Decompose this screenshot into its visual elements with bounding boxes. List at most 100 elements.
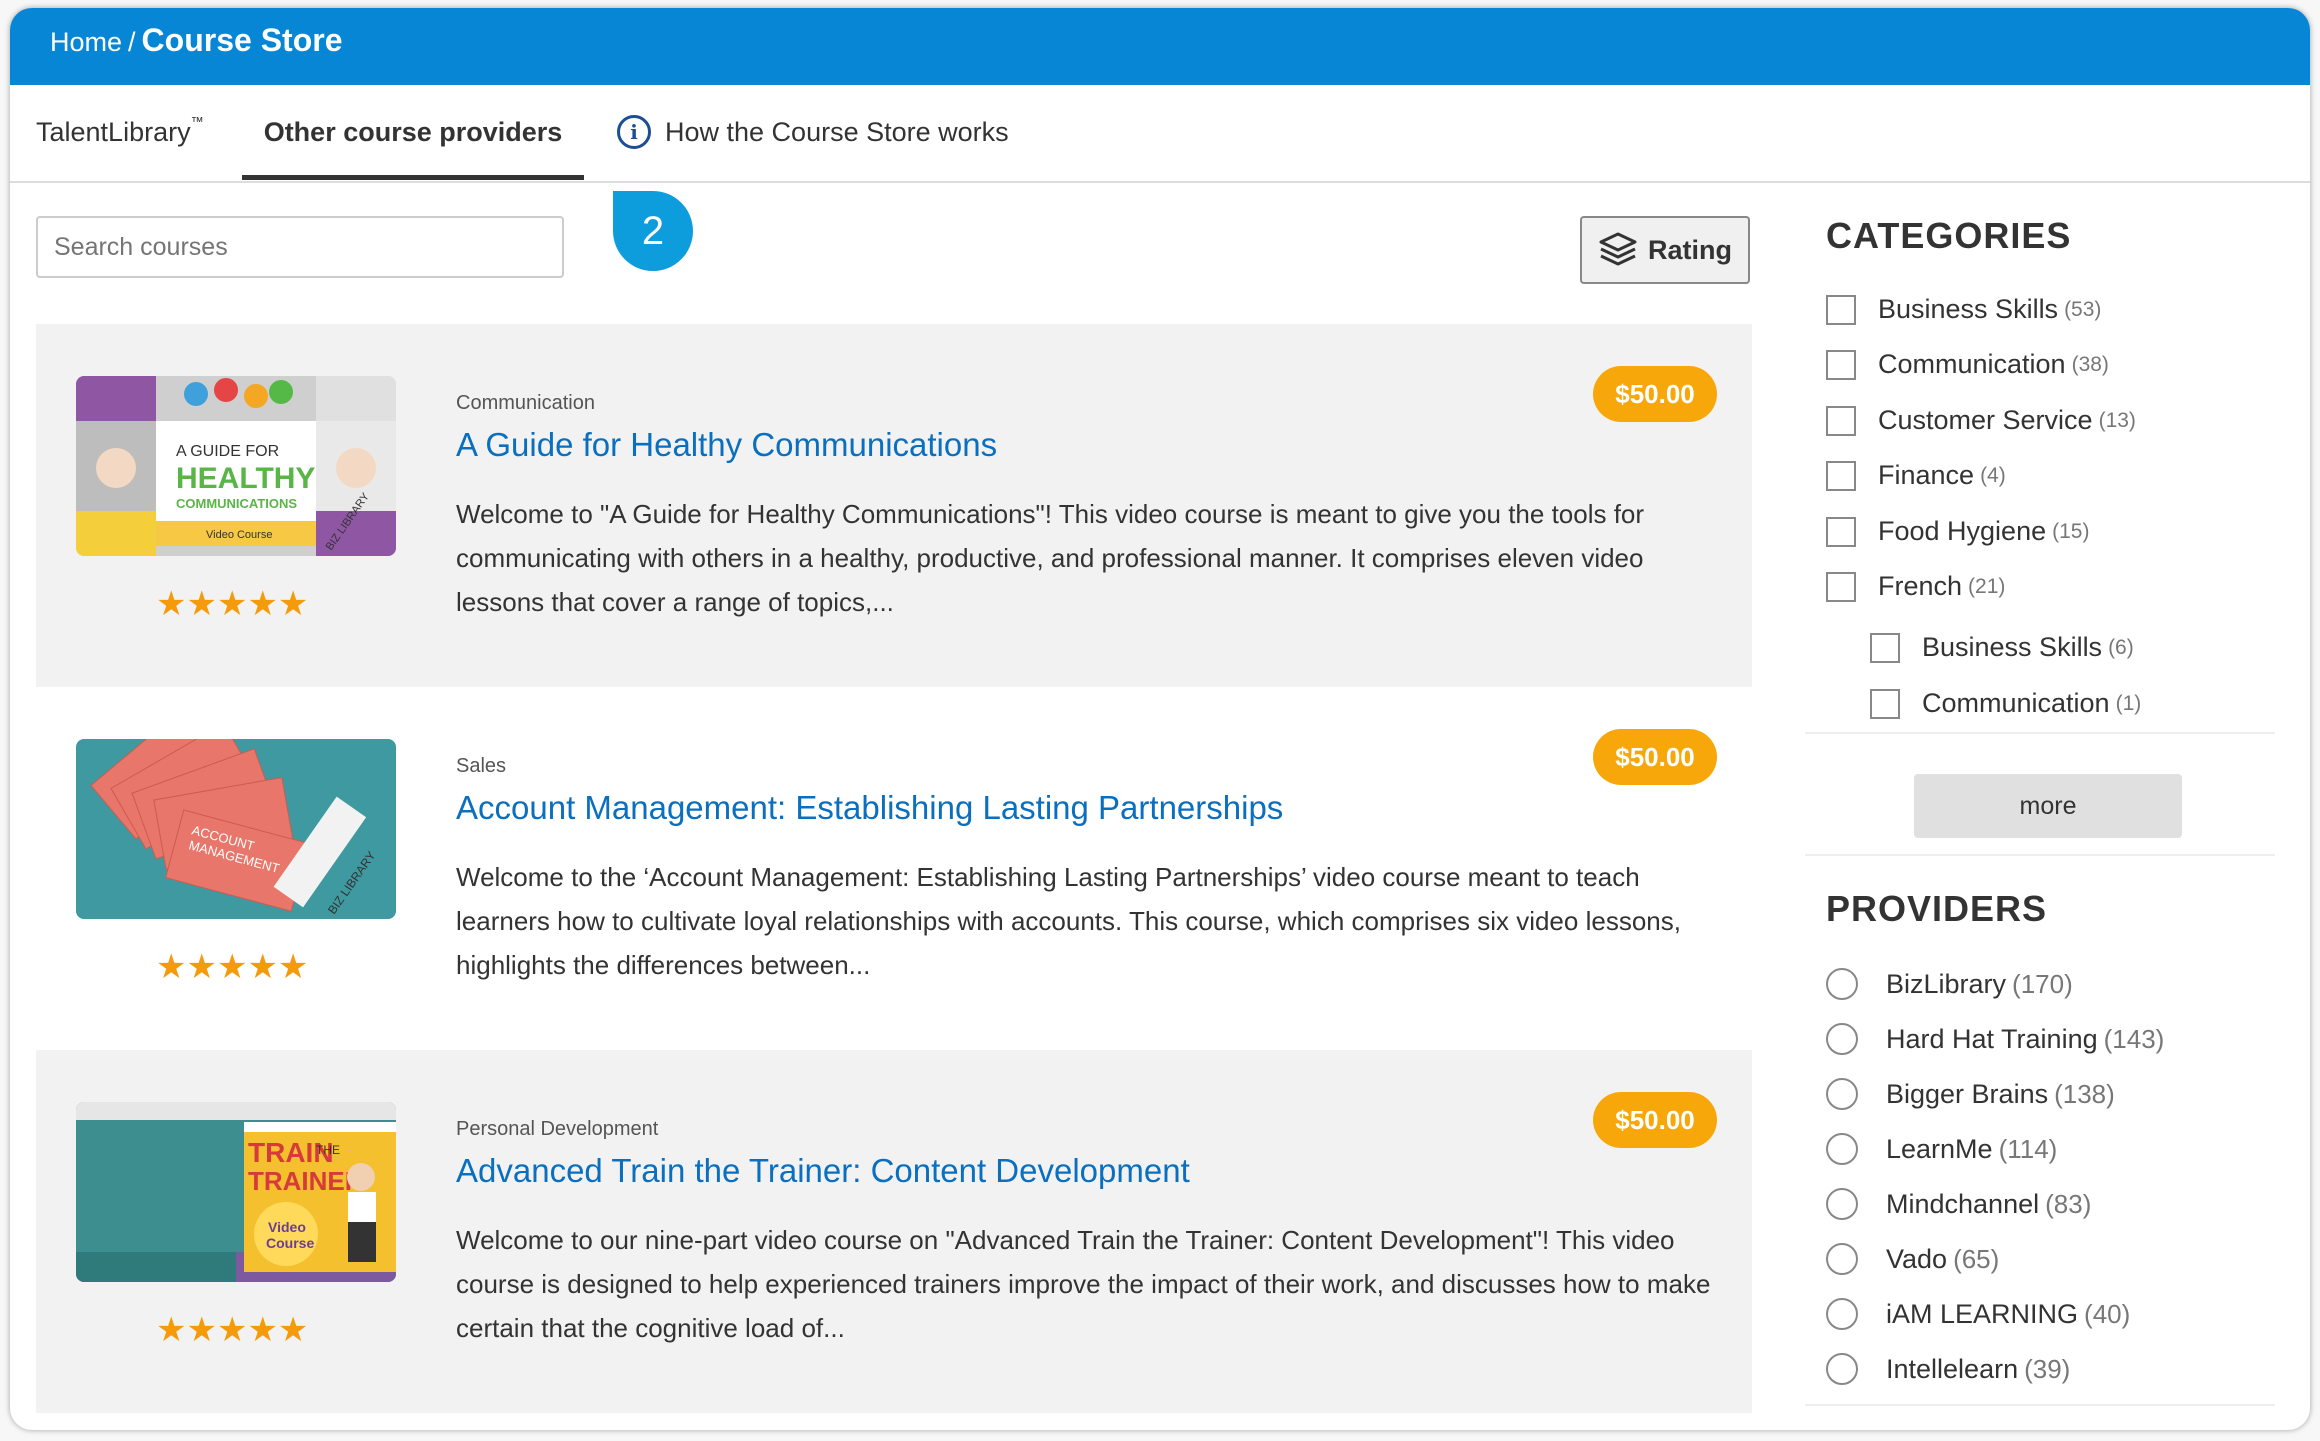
category-checkbox[interactable]	[1826, 516, 1856, 547]
course-thumbnail[interactable]: A GUIDE FOR HEALTHY COMMUNICATIONS Video…	[76, 376, 396, 556]
step-indicator-bubble: 2	[613, 191, 693, 271]
tab-bar: TalentLibrary™ Other course providers i …	[10, 85, 2310, 183]
provider-item[interactable]: Bigger Brains (138)	[1826, 1078, 2115, 1110]
course-card: ACCOUNT MANAGEMENT BIZ LIBRARY ★★★★★ Sal…	[36, 687, 1752, 1050]
provider-item[interactable]: iAM LEARNING (40)	[1826, 1298, 2130, 1330]
category-label: Business Skills	[1878, 294, 2059, 324]
subcategory-item[interactable]: Business Skills (6)	[1870, 632, 2134, 663]
breadcrumb-separator: /	[128, 27, 136, 57]
thumb-tag2: Course	[266, 1235, 314, 1251]
rating-stars: ★★★★★	[156, 585, 309, 623]
provider-label: Hard Hat Training	[1886, 1023, 2098, 1054]
sort-rating-button[interactable]: Rating	[1580, 216, 1750, 284]
category-count: (21)	[1968, 574, 2006, 598]
provider-radio[interactable]	[1826, 968, 1858, 1000]
course-title-link[interactable]: A Guide for Healthy Communications	[456, 426, 997, 464]
tab-talentlibrary[interactable]: TalentLibrary™	[36, 85, 204, 179]
provider-item[interactable]: Intellelearn (39)	[1826, 1353, 2070, 1385]
price-badge: $50.00	[1593, 1092, 1717, 1148]
category-count: (38)	[2071, 352, 2109, 376]
more-categories-button[interactable]: more	[1914, 774, 2182, 838]
provider-item[interactable]: LearnMe (114)	[1826, 1133, 2057, 1165]
thumbnail-image: A GUIDE FOR HEALTHY COMMUNICATIONS Video…	[76, 376, 396, 556]
category-checkbox[interactable]	[1826, 405, 1856, 436]
course-store-window: Home / Course Store TalentLibrary™ Other c…	[10, 8, 2310, 1430]
category-label: Business Skills	[1922, 632, 2103, 662]
category-item[interactable]: Business Skills (53)	[1826, 294, 2101, 325]
providers-heading: PROVIDERS	[1826, 888, 2048, 929]
category-checkbox[interactable]	[1826, 294, 1856, 325]
provider-item[interactable]: Hard Hat Training (143)	[1826, 1023, 2164, 1055]
category-label: Finance	[1878, 460, 1975, 490]
price-badge: $50.00	[1593, 366, 1717, 422]
provider-item[interactable]: BizLibrary (170)	[1826, 968, 2073, 1000]
thumbnail-image: ACCOUNT MANAGEMENT BIZ LIBRARY	[76, 739, 396, 919]
divider	[1805, 1404, 2275, 1406]
provider-radio[interactable]	[1826, 1023, 1858, 1055]
thumb-tag: Video Course	[206, 529, 272, 541]
course-card: A GUIDE FOR HEALTHY COMMUNICATIONS Video…	[36, 324, 1752, 687]
course-thumbnail[interactable]: TRAIN THE TRAINER Video Course	[76, 1102, 396, 1282]
page-title: Course Store	[141, 22, 343, 58]
tab-label: How the Course Store works	[665, 117, 1009, 147]
subcategory-item[interactable]: Communication (1)	[1870, 688, 2141, 719]
course-description: Welcome to "A Guide for Healthy Communic…	[456, 499, 1645, 617]
category-item[interactable]: Communication (38)	[1826, 349, 2109, 380]
provider-count: (40)	[2084, 1298, 2131, 1329]
search-input[interactable]	[36, 216, 564, 278]
provider-item[interactable]: Vado (65)	[1826, 1243, 1999, 1275]
course-category: Communication	[456, 392, 595, 414]
categories-heading: CATEGORIES	[1826, 215, 2072, 256]
provider-label: iAM LEARNING	[1886, 1298, 2079, 1329]
category-checkbox[interactable]	[1826, 571, 1856, 602]
provider-count: (39)	[2024, 1353, 2071, 1384]
tab-how-course-store-works[interactable]: i How the Course Store works	[617, 85, 1009, 179]
breadcrumb-home-link[interactable]: Home	[50, 27, 122, 57]
category-item[interactable]: French (21)	[1826, 571, 2005, 602]
category-label: Customer Service	[1878, 405, 2093, 435]
rating-stars: ★★★★★	[156, 948, 309, 986]
course-title-link[interactable]: Account Management: Establishing Lasting…	[456, 789, 1283, 827]
sort-button-label: Rating	[1648, 234, 1732, 265]
provider-count: (83)	[2045, 1188, 2092, 1219]
category-item[interactable]: Food Hygiene (15)	[1826, 516, 2089, 547]
thumb-line1: A GUIDE FOR	[176, 443, 279, 460]
category-label: French	[1878, 571, 1963, 601]
provider-radio[interactable]	[1826, 1353, 1858, 1385]
category-item[interactable]: Customer Service (13)	[1826, 405, 2136, 436]
thumb-line2: HEALTHY	[176, 462, 315, 495]
provider-radio[interactable]	[1826, 1078, 1858, 1110]
course-description: Welcome to our nine-part video course on…	[456, 1225, 1711, 1343]
divider	[1805, 732, 2275, 734]
tab-label: TalentLibrary	[36, 117, 191, 147]
category-count: (15)	[2052, 519, 2090, 543]
price-badge: $50.00	[1593, 729, 1717, 785]
category-checkbox[interactable]	[1826, 349, 1856, 380]
rating-stars: ★★★★★	[156, 1311, 309, 1349]
course-card: TRAIN THE TRAINER Video Course ★★★★★ Per…	[36, 1050, 1752, 1413]
category-label: Communication	[1878, 349, 2066, 379]
provider-radio[interactable]	[1826, 1298, 1858, 1330]
course-category: Sales	[456, 755, 507, 777]
info-icon: i	[617, 115, 651, 149]
divider	[1805, 854, 2275, 856]
course-thumbnail[interactable]: ACCOUNT MANAGEMENT BIZ LIBRARY	[76, 739, 396, 919]
provider-count: (65)	[1953, 1243, 2000, 1274]
category-count: (1)	[2115, 691, 2142, 715]
provider-radio[interactable]	[1826, 1133, 1858, 1165]
category-checkbox[interactable]	[1870, 688, 1900, 719]
provider-item[interactable]: Mindchannel (83)	[1826, 1188, 2091, 1220]
category-checkbox[interactable]	[1870, 632, 1900, 663]
tab-other-course-providers[interactable]: Other course providers	[242, 85, 584, 180]
category-item[interactable]: Finance (4)	[1826, 460, 2006, 491]
provider-radio[interactable]	[1826, 1188, 1858, 1220]
provider-radio[interactable]	[1826, 1243, 1858, 1275]
provider-count: (143)	[2103, 1023, 2165, 1054]
category-checkbox[interactable]	[1826, 460, 1856, 491]
provider-label: Mindchannel	[1886, 1188, 2040, 1219]
step-number: 2	[641, 208, 665, 253]
provider-label: Intellelearn	[1886, 1353, 2019, 1384]
category-label: Communication	[1922, 688, 2110, 718]
provider-count: (170)	[2012, 968, 2073, 999]
course-title-link[interactable]: Advanced Train the Trainer: Content Deve…	[456, 1152, 1190, 1190]
